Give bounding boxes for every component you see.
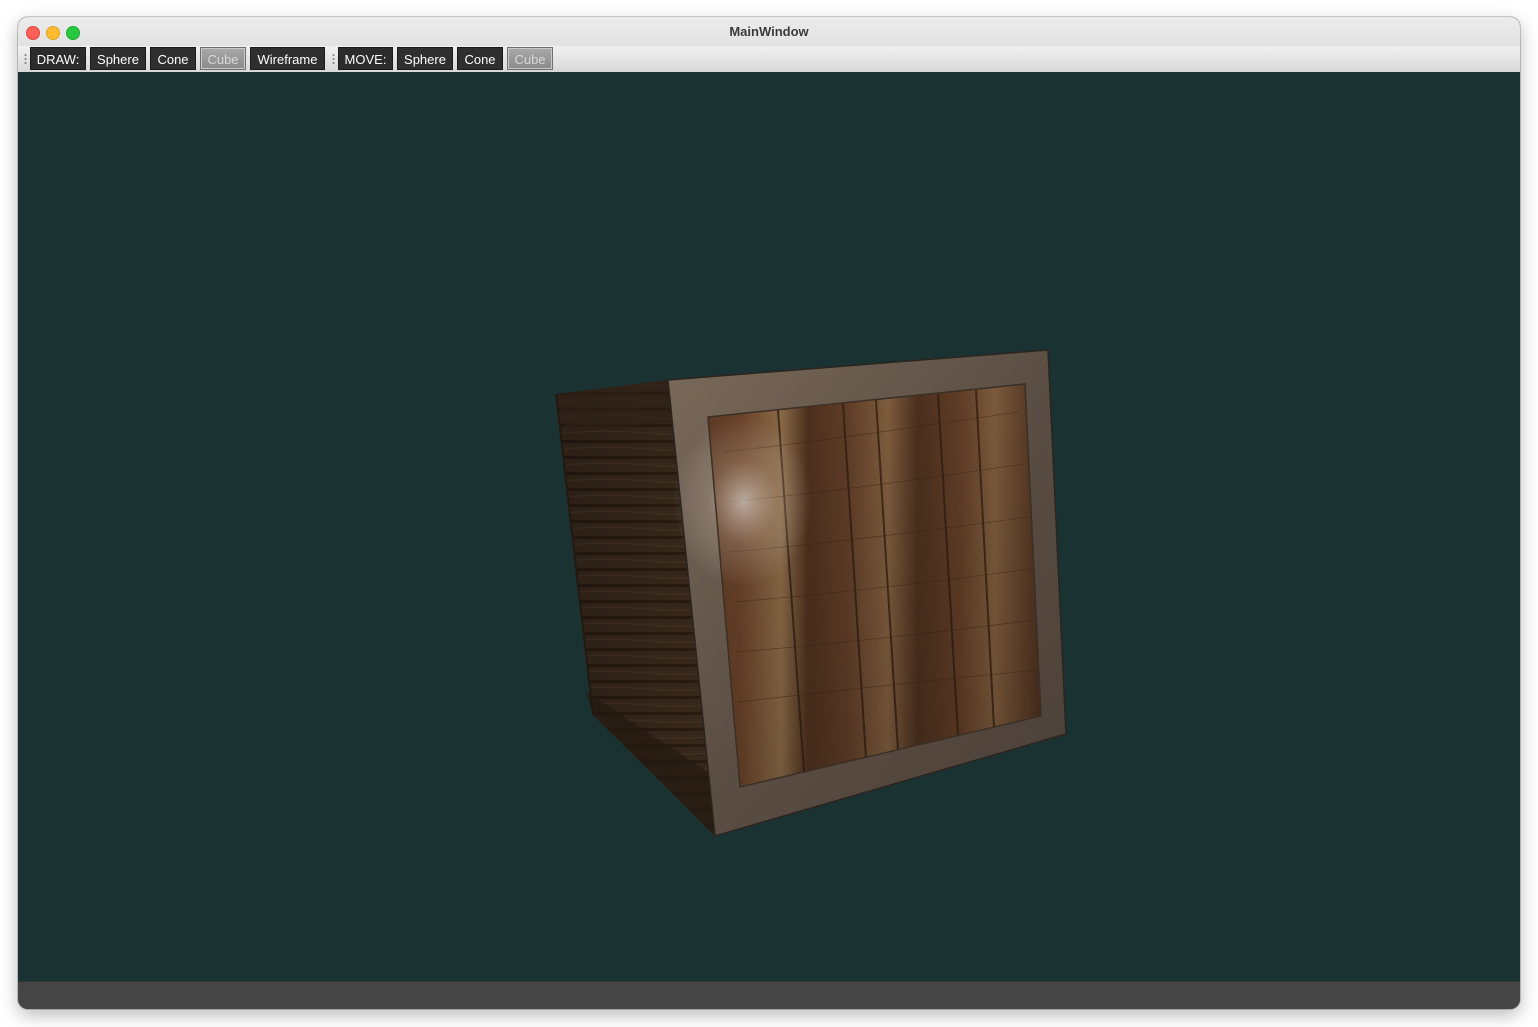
toolbar: DRAW: Sphere Cone Cube Wireframe MOVE: S… — [18, 46, 1520, 73]
draw-cube-button[interactable]: Cube — [200, 47, 246, 70]
draw-cone-button[interactable]: Cone — [150, 47, 196, 70]
draw-sphere-button[interactable]: Sphere — [90, 47, 146, 70]
main-window: MainWindow DRAW: Sphere Cone Cube Wirefr… — [18, 17, 1520, 1009]
move-label: MOVE: — [338, 47, 393, 70]
move-cone-button[interactable]: Cone — [457, 47, 503, 70]
crate-cube-render — [555, 349, 1067, 837]
toolbar-drag-handle[interactable] — [24, 53, 27, 65]
toolbar-drag-handle-move[interactable] — [332, 53, 335, 65]
title-bar[interactable]: MainWindow — [18, 17, 1520, 47]
window-title: MainWindow — [729, 24, 809, 39]
status-bar — [18, 981, 1520, 1009]
move-cube-button[interactable]: Cube — [507, 47, 553, 70]
move-sphere-button[interactable]: Sphere — [397, 47, 453, 70]
draw-label: DRAW: — [30, 47, 86, 70]
draw-wireframe-button[interactable]: Wireframe — [250, 47, 325, 70]
gl-viewport[interactable] — [18, 72, 1520, 981]
